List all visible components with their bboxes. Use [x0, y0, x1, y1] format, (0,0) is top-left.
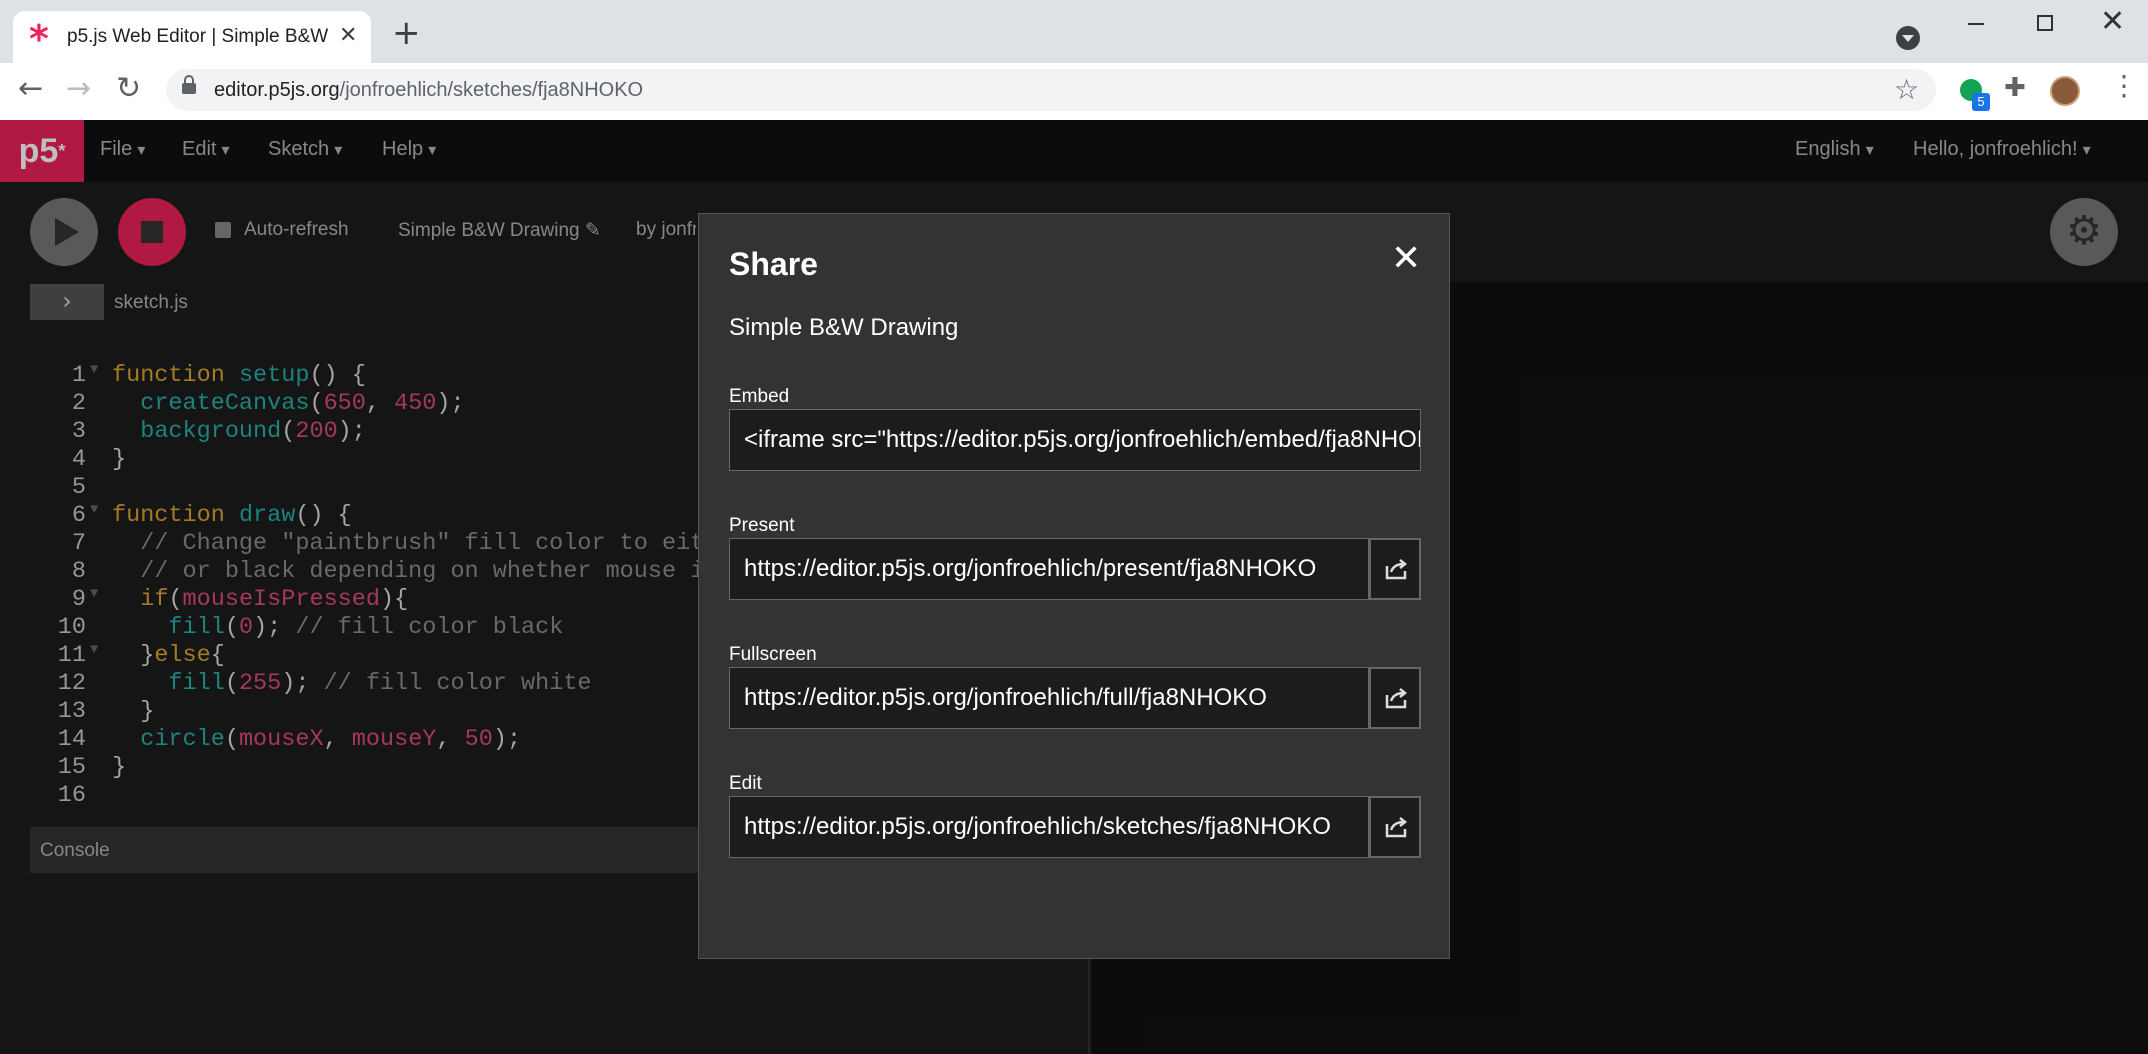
- tab-title: p5.js Web Editor | Simple B&W Drawing: [67, 26, 335, 47]
- edit-label: Edit: [729, 773, 762, 794]
- browser-tab[interactable]: * p5.js Web Editor | Simple B&W Drawing …: [13, 11, 371, 64]
- new-tab-button[interactable]: +: [392, 16, 421, 50]
- p5-asterisk-icon: *: [29, 17, 49, 61]
- embed-label: Embed: [729, 386, 790, 407]
- tab-search-icon[interactable]: [1896, 26, 1920, 50]
- back-icon[interactable]: ←: [18, 71, 43, 106]
- open-fullscreen-button[interactable]: [1369, 667, 1421, 729]
- fullscreen-field[interactable]: https://editor.p5js.org/jonfroehlich/ful…: [729, 667, 1369, 729]
- extension-badge: 5: [1972, 93, 1990, 111]
- close-icon[interactable]: ✕: [1391, 238, 1421, 279]
- extensions-puzzle-icon[interactable]: ✚: [2004, 73, 2026, 103]
- forward-icon[interactable]: →: [66, 71, 91, 106]
- share-icon: [1385, 559, 1408, 580]
- share-icon: [1385, 817, 1408, 838]
- profile-avatar[interactable]: [2050, 76, 2080, 106]
- modal-sketch-name: Simple B&W Drawing: [729, 314, 959, 341]
- bookmark-star-icon[interactable]: ☆: [1894, 73, 1919, 106]
- maximize-icon[interactable]: [2037, 15, 2053, 31]
- edit-field[interactable]: https://editor.p5js.org/jonfroehlich/ske…: [729, 796, 1369, 858]
- modal-title: Share: [729, 246, 818, 282]
- browser-toolbar: ← → ↻ editor.p5js.org/jonfroehlich/sketc…: [0, 63, 2148, 120]
- close-tab-icon[interactable]: ✕: [339, 23, 357, 48]
- share-icon: [1385, 688, 1408, 709]
- present-field[interactable]: https://editor.p5js.org/jonfroehlich/pre…: [729, 538, 1369, 600]
- url-text: editor.p5js.org/jonfroehlich/sketches/fj…: [214, 79, 644, 101]
- lock-icon: [182, 75, 196, 94]
- browser-tab-strip: * p5.js Web Editor | Simple B&W Drawing …: [0, 0, 2148, 64]
- reload-icon[interactable]: ↻: [116, 71, 141, 106]
- share-modal: Share ✕ Simple B&W Drawing Embed <iframe…: [698, 213, 1450, 959]
- minimize-icon[interactable]: [1968, 23, 1984, 25]
- address-bar[interactable]: editor.p5js.org/jonfroehlich/sketches/fj…: [166, 69, 1936, 111]
- embed-field[interactable]: <iframe src="https://editor.p5js.org/jon…: [729, 409, 1421, 471]
- fullscreen-label: Fullscreen: [729, 644, 817, 665]
- present-label: Present: [729, 515, 795, 536]
- open-edit-button[interactable]: [1369, 796, 1421, 858]
- open-present-button[interactable]: [1369, 538, 1421, 600]
- window-close-icon[interactable]: ✕: [2100, 4, 2125, 39]
- browser-menu-icon[interactable]: ⋮: [2110, 69, 2138, 102]
